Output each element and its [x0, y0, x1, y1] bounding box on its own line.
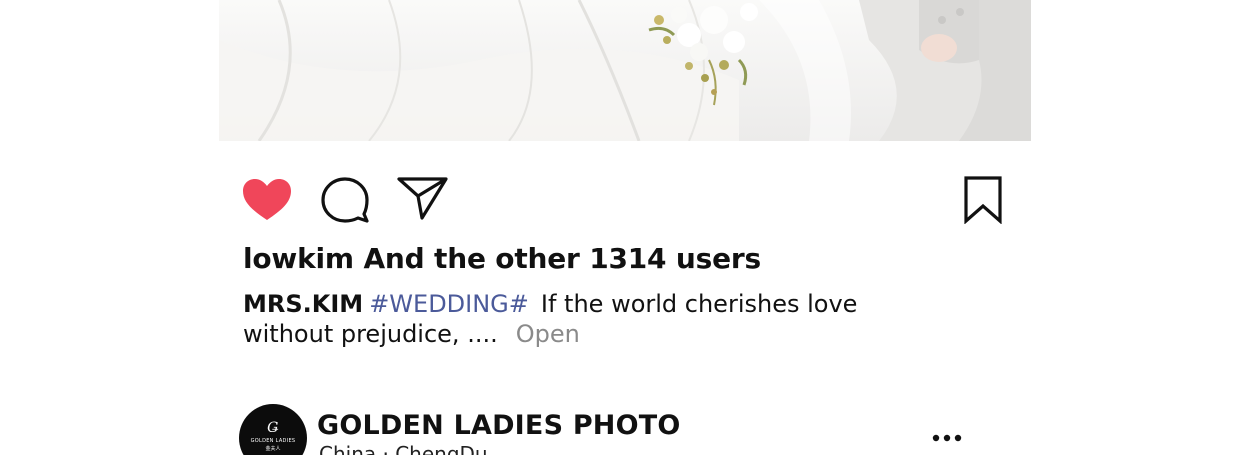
instagram-feed: lowkim And the other 1314 users MRS.KIM #…: [0, 0, 1250, 455]
paper-plane-icon[interactable]: [397, 176, 448, 221]
post-caption: MRS.KIM #WEDDING# If the world cherishes l…: [243, 289, 943, 349]
bookmark-icon[interactable]: [962, 176, 1004, 224]
account-name[interactable]: GOLDEN LADIES PHOTO: [317, 408, 681, 444]
caption-open-link[interactable]: Open: [516, 320, 580, 348]
more-dots-icon[interactable]: [931, 432, 963, 444]
heart-icon[interactable]: [242, 178, 292, 222]
wedding-photo-illustration: [219, 0, 1031, 141]
post-photo[interactable]: [219, 0, 1031, 141]
caption-hashtag[interactable]: #WEDDING#: [369, 290, 529, 318]
avatar-brand-text: GOLDEN LADIES: [250, 438, 296, 444]
account-location[interactable]: China · ChengDu: [319, 442, 488, 455]
avatar-sub-text: 金夫人: [265, 446, 281, 452]
comment-bubble-icon[interactable]: [321, 177, 369, 223]
caption-username[interactable]: MRS.KIM: [243, 290, 363, 318]
likes-summary[interactable]: lowkim And the other 1314 users: [243, 239, 761, 279]
avatar[interactable]: Ǥ GOLDEN LADIES 金夫人: [239, 404, 307, 455]
avatar-logo-mark: Ǥ: [267, 420, 279, 436]
